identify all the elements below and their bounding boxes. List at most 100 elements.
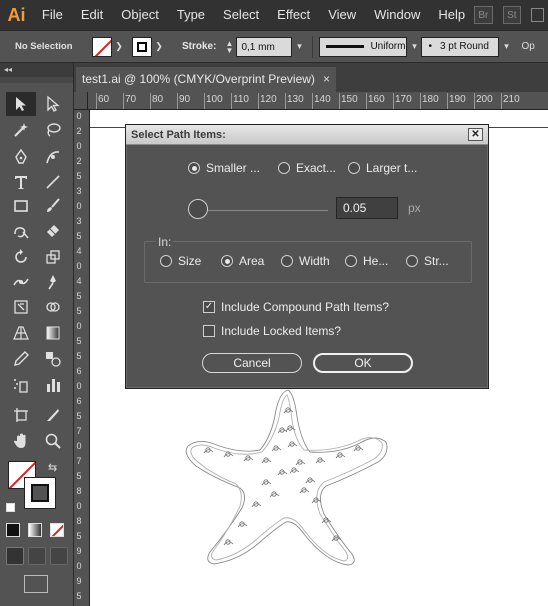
ruler-tick-label: 5 [76,591,82,601]
scale-tool-icon[interactable] [38,245,68,269]
radio-height[interactable]: He... [345,254,388,268]
workspace-icon[interactable] [531,8,545,22]
line-segment-tool-icon[interactable] [38,170,68,194]
radio-larger[interactable]: Larger t... [348,161,417,175]
threshold-slider-track[interactable] [188,210,328,211]
horizontal-ruler[interactable]: 60 70 80 90 100 110 120 130 140 150 160 170 180 190 20… [88,92,548,110]
symbol-sprayer-tool-icon[interactable] [6,373,36,397]
ruler-tick-label: 5 [76,471,82,481]
radio-width-label: Width [299,254,330,268]
artboard-tool-icon[interactable] [6,403,36,427]
ruler-tick-label: 4 [76,246,82,256]
menu-type[interactable]: Type [168,0,214,30]
paintbrush-tool-icon[interactable] [38,194,68,218]
zoom-tool-icon[interactable] [38,429,68,453]
eraser-tool-icon[interactable] [38,219,68,243]
radio-area[interactable]: Area [221,254,264,268]
puppet-warp-tool-icon[interactable] [38,270,68,294]
stroke-weight-field[interactable]: 0,1 mm [236,36,293,57]
brush-dropdown-icon[interactable]: ▾ [499,41,513,52]
ruler-tick-label: 140 [314,94,331,105]
vertical-ruler[interactable]: 0 2 0 2 5 3 0 3 5 4 0 4 5 5 0 5 5 6 0 6 5 7 0 7 5 8 0 8 5 9 0 9 5 [74,110,90,606]
default-colors-icon[interactable] [6,503,15,512]
stroke-weight-dropdown-icon[interactable]: ▾ [292,41,306,52]
tools-panel: ◂◂ ⇆ [0,63,74,606]
dialog-close-button[interactable]: ✕ [468,128,483,141]
radio-size[interactable]: Size [160,254,201,268]
menu-help[interactable]: Help [429,0,474,30]
stroke-color-swatch[interactable] [24,477,56,509]
draw-normal-icon[interactable] [6,547,24,565]
include-locked-checkbox[interactable]: Include Locked Items? [203,324,341,338]
ruler-tick-label: 7 [76,456,82,466]
profile-dropdown-icon[interactable]: ▾ [407,41,421,52]
fill-dropdown-icon[interactable]: ❯ [112,41,126,52]
stroke-swatch[interactable] [132,36,152,57]
type-tool-icon[interactable] [6,170,36,194]
swap-fill-stroke-icon[interactable]: ⇆ [48,461,57,474]
selection-tool-icon[interactable] [6,92,36,116]
include-locked-label: Include Locked Items? [221,324,342,338]
blend-tool-icon[interactable] [38,347,68,371]
hand-tool-icon[interactable] [6,429,36,453]
toolbar-collapse-button[interactable]: ◂◂ [0,63,73,77]
screen-mode-icon[interactable] [24,575,48,593]
none-mode-icon[interactable] [50,523,64,537]
ruler-origin[interactable] [74,92,88,110]
direct-selection-tool-icon[interactable] [38,92,68,116]
slice-tool-icon[interactable] [38,403,68,427]
radio-exact[interactable]: Exact... [278,161,336,175]
gradient-mode-icon[interactable] [28,523,42,537]
draw-behind-icon[interactable] [28,547,46,565]
stroke-dropdown-icon[interactable]: ❯ [152,41,166,52]
dialog-title: Select Path Items: [131,129,226,141]
brush-label: 3 pt Round [439,41,489,52]
ok-button[interactable]: OK [313,353,413,373]
gradient-tool-icon[interactable] [38,321,68,345]
rectangle-tool-icon[interactable] [6,194,36,218]
menu-select[interactable]: Select [214,0,268,30]
ruler-tick-label: 0 [76,321,82,331]
bridge-button[interactable]: Br [474,6,493,24]
shaper-tool-icon[interactable] [6,219,36,243]
brush-definition[interactable]: • 3 pt Round [421,36,500,57]
fill-swatch[interactable] [92,36,112,57]
radio-indicator [348,162,360,174]
menu-object[interactable]: Object [112,0,168,30]
radio-smaller[interactable]: Smaller ... [188,161,260,175]
free-transform-tool-icon[interactable] [6,295,36,319]
checkbox-unchecked-icon [203,325,215,337]
ruler-tick-label: 110 [233,94,249,105]
radio-stroke[interactable]: Str... [406,254,449,268]
stroke-stepper[interactable]: ▲ ▼ [222,39,236,54]
variable-width-profile[interactable]: Uniform [319,36,408,57]
menu-window[interactable]: Window [365,0,429,30]
rotate-tool-icon[interactable] [6,245,36,269]
include-compound-checkbox[interactable]: ✓ Include Compound Path Items? [203,300,389,314]
pen-tool-icon[interactable] [6,145,36,169]
cancel-button[interactable]: Cancel [202,353,302,373]
dialog-title-bar[interactable]: Select Path Items: ✕ [126,125,488,145]
shape-builder-tool-icon[interactable] [38,295,68,319]
menu-view[interactable]: View [319,0,365,30]
close-tab-icon[interactable]: × [323,67,330,92]
eyedropper-tool-icon[interactable] [6,347,36,371]
width-tool-icon[interactable] [6,270,36,294]
menu-effect[interactable]: Effect [268,0,319,30]
perspective-grid-tool-icon[interactable] [6,321,36,345]
radio-larger-label: Larger t... [366,161,418,175]
menu-edit[interactable]: Edit [72,0,112,30]
threshold-slider-handle[interactable] [188,199,208,219]
threshold-value-input[interactable]: 0.05 [336,197,398,219]
curvature-tool-icon[interactable] [38,145,68,169]
radio-width[interactable]: Width [281,254,330,268]
lasso-tool-icon[interactable] [38,118,68,142]
magic-wand-tool-icon[interactable] [6,118,36,142]
color-mode-icon[interactable] [6,523,20,537]
draw-inside-icon[interactable] [50,547,68,565]
document-tab[interactable]: test1.ai @ 100% (CMYK/Overprint Preview)… [76,67,336,92]
menu-file[interactable]: File [33,0,72,30]
stock-button[interactable]: St [502,6,522,24]
column-graph-tool-icon[interactable] [38,373,68,397]
ruler-tick-label: 5 [76,336,82,346]
